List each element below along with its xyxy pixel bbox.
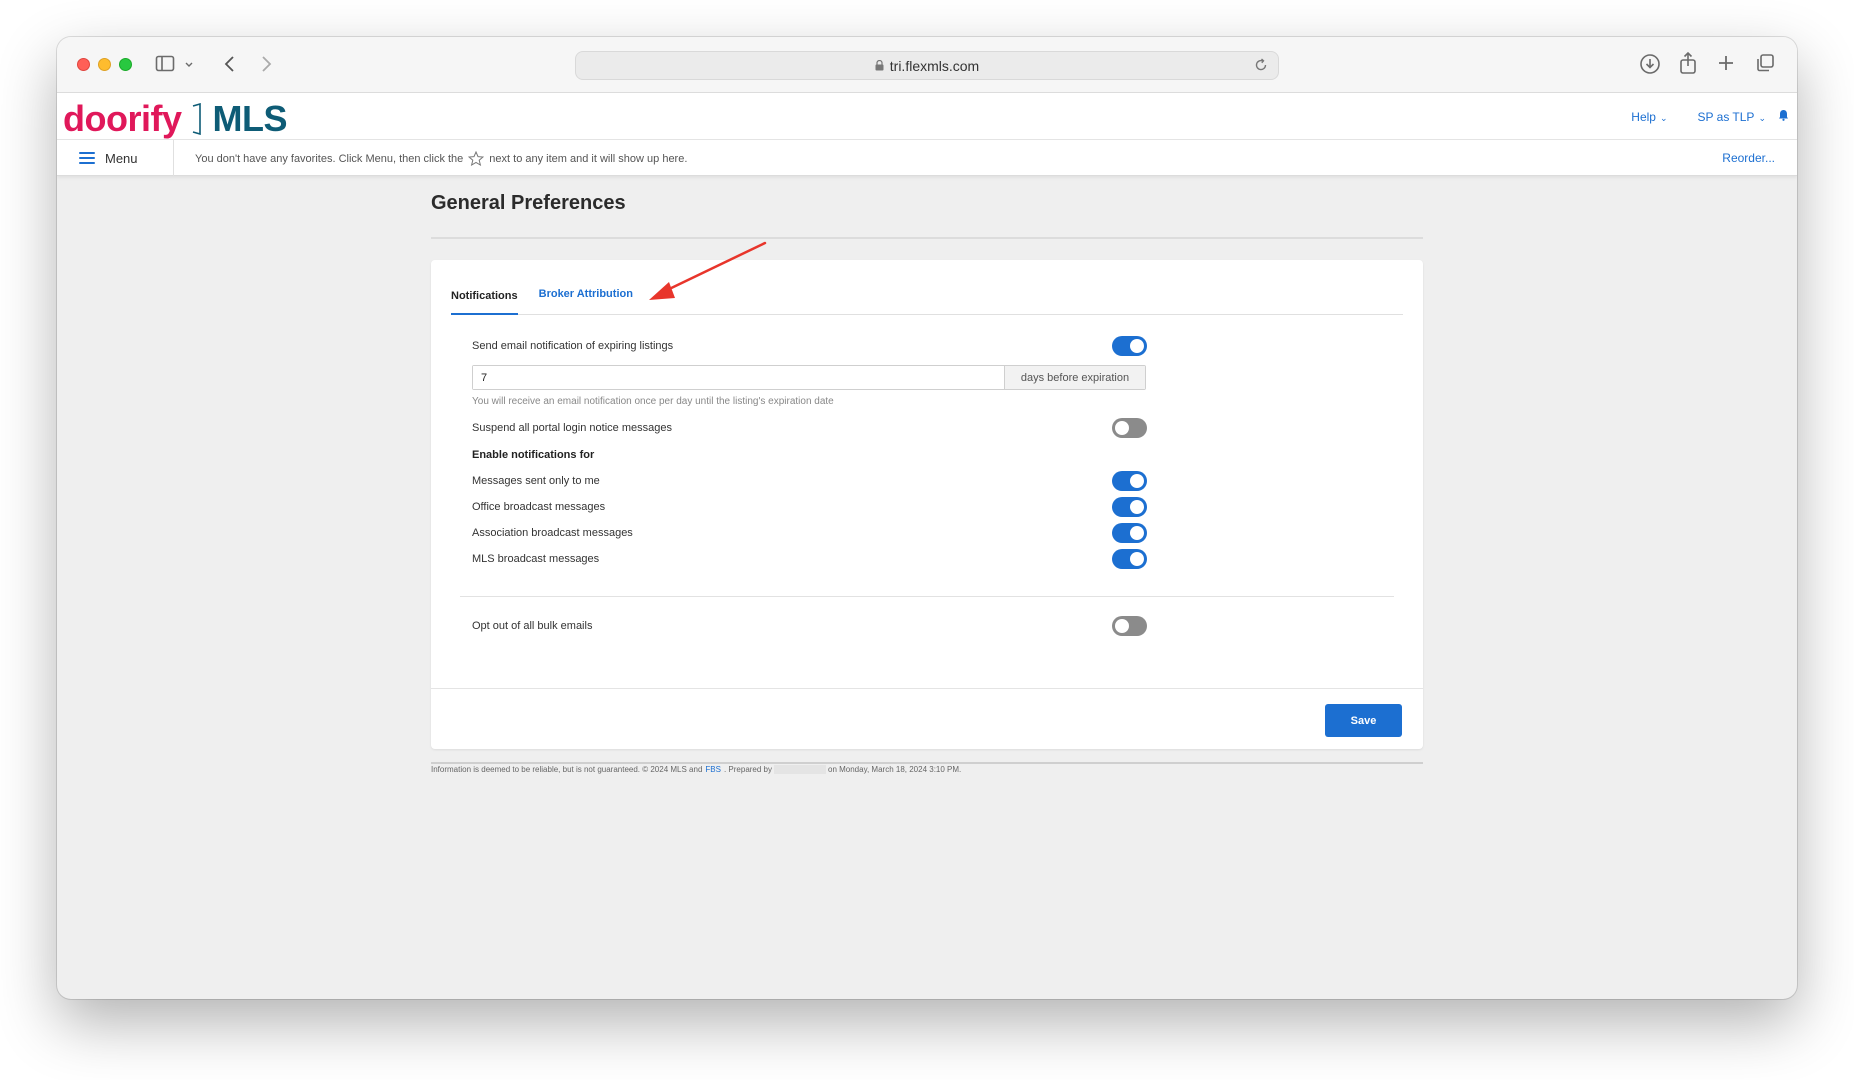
chevron-down-icon[interactable] — [184, 57, 194, 75]
menu-button[interactable]: Menu — [79, 140, 174, 176]
title-divider — [431, 237, 1423, 239]
share-icon[interactable] — [1679, 51, 1697, 80]
help-menu[interactable]: Help ⌄ — [1631, 110, 1667, 124]
days-before-expiration-input[interactable] — [473, 366, 1004, 389]
card-footer-divider — [431, 688, 1423, 689]
suspend-portal-row: Suspend all portal login notice messages — [472, 418, 1147, 438]
browser-toolbar: tri.flexmls.com — [57, 37, 1797, 93]
tab-notifications[interactable]: Notifications — [451, 288, 518, 315]
expiring-listings-toggle[interactable] — [1112, 336, 1147, 356]
lock-icon — [875, 58, 884, 74]
mls-broadcast-row: MLS broadcast messages — [472, 549, 1147, 569]
fbs-link[interactable]: FBS — [705, 765, 721, 774]
help-label: Help — [1631, 109, 1656, 124]
star-icon — [468, 150, 485, 167]
redacted-name — [774, 765, 826, 774]
close-window-button[interactable] — [77, 58, 90, 71]
section-divider — [460, 596, 1394, 597]
favorites-message-end: next to any item and it will show up her… — [489, 153, 688, 165]
opt-out-bulk-label: Opt out of all bulk emails — [472, 620, 593, 632]
association-broadcast-row: Association broadcast messages — [472, 523, 1147, 543]
tab-overview-icon[interactable] — [1755, 53, 1775, 78]
office-broadcast-label: Office broadcast messages — [472, 501, 606, 513]
url-text: tri.flexmls.com — [889, 57, 980, 74]
days-before-expiration-group: days before expiration — [472, 365, 1146, 390]
days-before-expiration-suffix: days before expiration — [1004, 366, 1145, 389]
tab-broker-attribution[interactable]: Broker Attribution — [539, 288, 633, 315]
favorites-message: You don't have any favorites. Click Menu… — [195, 150, 688, 167]
mls-broadcast-label: MLS broadcast messages — [472, 553, 600, 565]
main-content: General Preferences Notifications Broker… — [431, 177, 1423, 774]
new-tab-icon[interactable] — [1717, 54, 1735, 77]
window-controls — [77, 58, 132, 71]
forward-arrow-icon[interactable] — [259, 55, 273, 78]
office-broadcast-row: Office broadcast messages — [472, 497, 1147, 517]
opt-out-bulk-toggle[interactable] — [1112, 616, 1147, 636]
chevron-down-icon: ⌄ — [1758, 112, 1766, 123]
browser-window: tri.flexmls.com doorify MLS Help ⌄ SP as … — [57, 37, 1797, 999]
favorites-bar: Menu You don't have any favorites. Click… — [57, 140, 1797, 176]
association-broadcast-toggle[interactable] — [1112, 523, 1147, 543]
reload-icon[interactable] — [1254, 58, 1268, 75]
zoom-window-button[interactable] — [119, 58, 132, 71]
page-title: General Preferences — [431, 192, 626, 214]
opt-out-bulk-row: Opt out of all bulk emails — [472, 616, 1147, 636]
footer-timestamp: on Monday, March 18, 2024 3:10 PM. — [828, 765, 962, 774]
minimize-window-button[interactable] — [98, 58, 111, 71]
preferences-card: Notifications Broker Attribution Send em… — [431, 241, 1423, 749]
hamburger-icon — [79, 152, 95, 164]
expiration-help-text: You will receive an email notification o… — [472, 396, 834, 407]
logo-mls-text: MLS — [212, 98, 288, 139]
messages-me-toggle[interactable] — [1112, 471, 1147, 491]
app-header: doorify MLS Help ⌄ SP as TLP ⌄ — [57, 93, 1797, 140]
footer-prepared-by: . Prepared by — [723, 765, 772, 774]
header-actions: Help ⌄ SP as TLP ⌄ — [1631, 109, 1789, 124]
footer-disclaimer: Information is deemed to be reliable, bu… — [431, 765, 703, 774]
favorites-message-start: You don't have any favorites. Click Menu… — [195, 153, 464, 165]
preferences-tabs: Notifications Broker Attribution — [451, 288, 1403, 315]
mls-broadcast-toggle[interactable] — [1112, 549, 1147, 569]
enable-notifications-heading: Enable notifications for — [472, 449, 595, 461]
reorder-link[interactable]: Reorder... — [1722, 151, 1775, 165]
bell-icon[interactable] — [1778, 109, 1789, 124]
suspend-portal-toggle[interactable] — [1112, 418, 1147, 438]
sidebar-toggle-icon[interactable] — [155, 55, 177, 78]
messages-me-row: Messages sent only to me — [472, 471, 1147, 491]
office-broadcast-toggle[interactable] — [1112, 497, 1147, 517]
back-arrow-icon[interactable] — [223, 55, 237, 78]
messages-me-label: Messages sent only to me — [472, 475, 600, 487]
address-bar[interactable]: tri.flexmls.com — [575, 51, 1279, 80]
doorify-mls-logo[interactable]: doorify MLS — [63, 98, 288, 140]
annotation-arrow-icon — [649, 241, 767, 300]
logo-door-mark — [182, 98, 211, 139]
logo-doorify-text: doorify — [63, 98, 182, 139]
expiring-listings-label: Send email notification of expiring list… — [472, 340, 674, 352]
user-label: SP as TLP — [1697, 109, 1755, 124]
expiring-listings-row: Send email notification of expiring list… — [472, 336, 1147, 356]
download-icon[interactable] — [1639, 53, 1661, 80]
user-menu[interactable]: SP as TLP ⌄ — [1698, 110, 1766, 124]
association-broadcast-label: Association broadcast messages — [472, 527, 633, 539]
page-footer: Information is deemed to be reliable, bu… — [431, 762, 1423, 774]
chevron-down-icon: ⌄ — [1659, 112, 1668, 123]
save-button[interactable]: Save — [1325, 704, 1402, 737]
menu-label: Menu — [105, 150, 138, 166]
suspend-portal-label: Suspend all portal login notice messages — [472, 422, 672, 434]
